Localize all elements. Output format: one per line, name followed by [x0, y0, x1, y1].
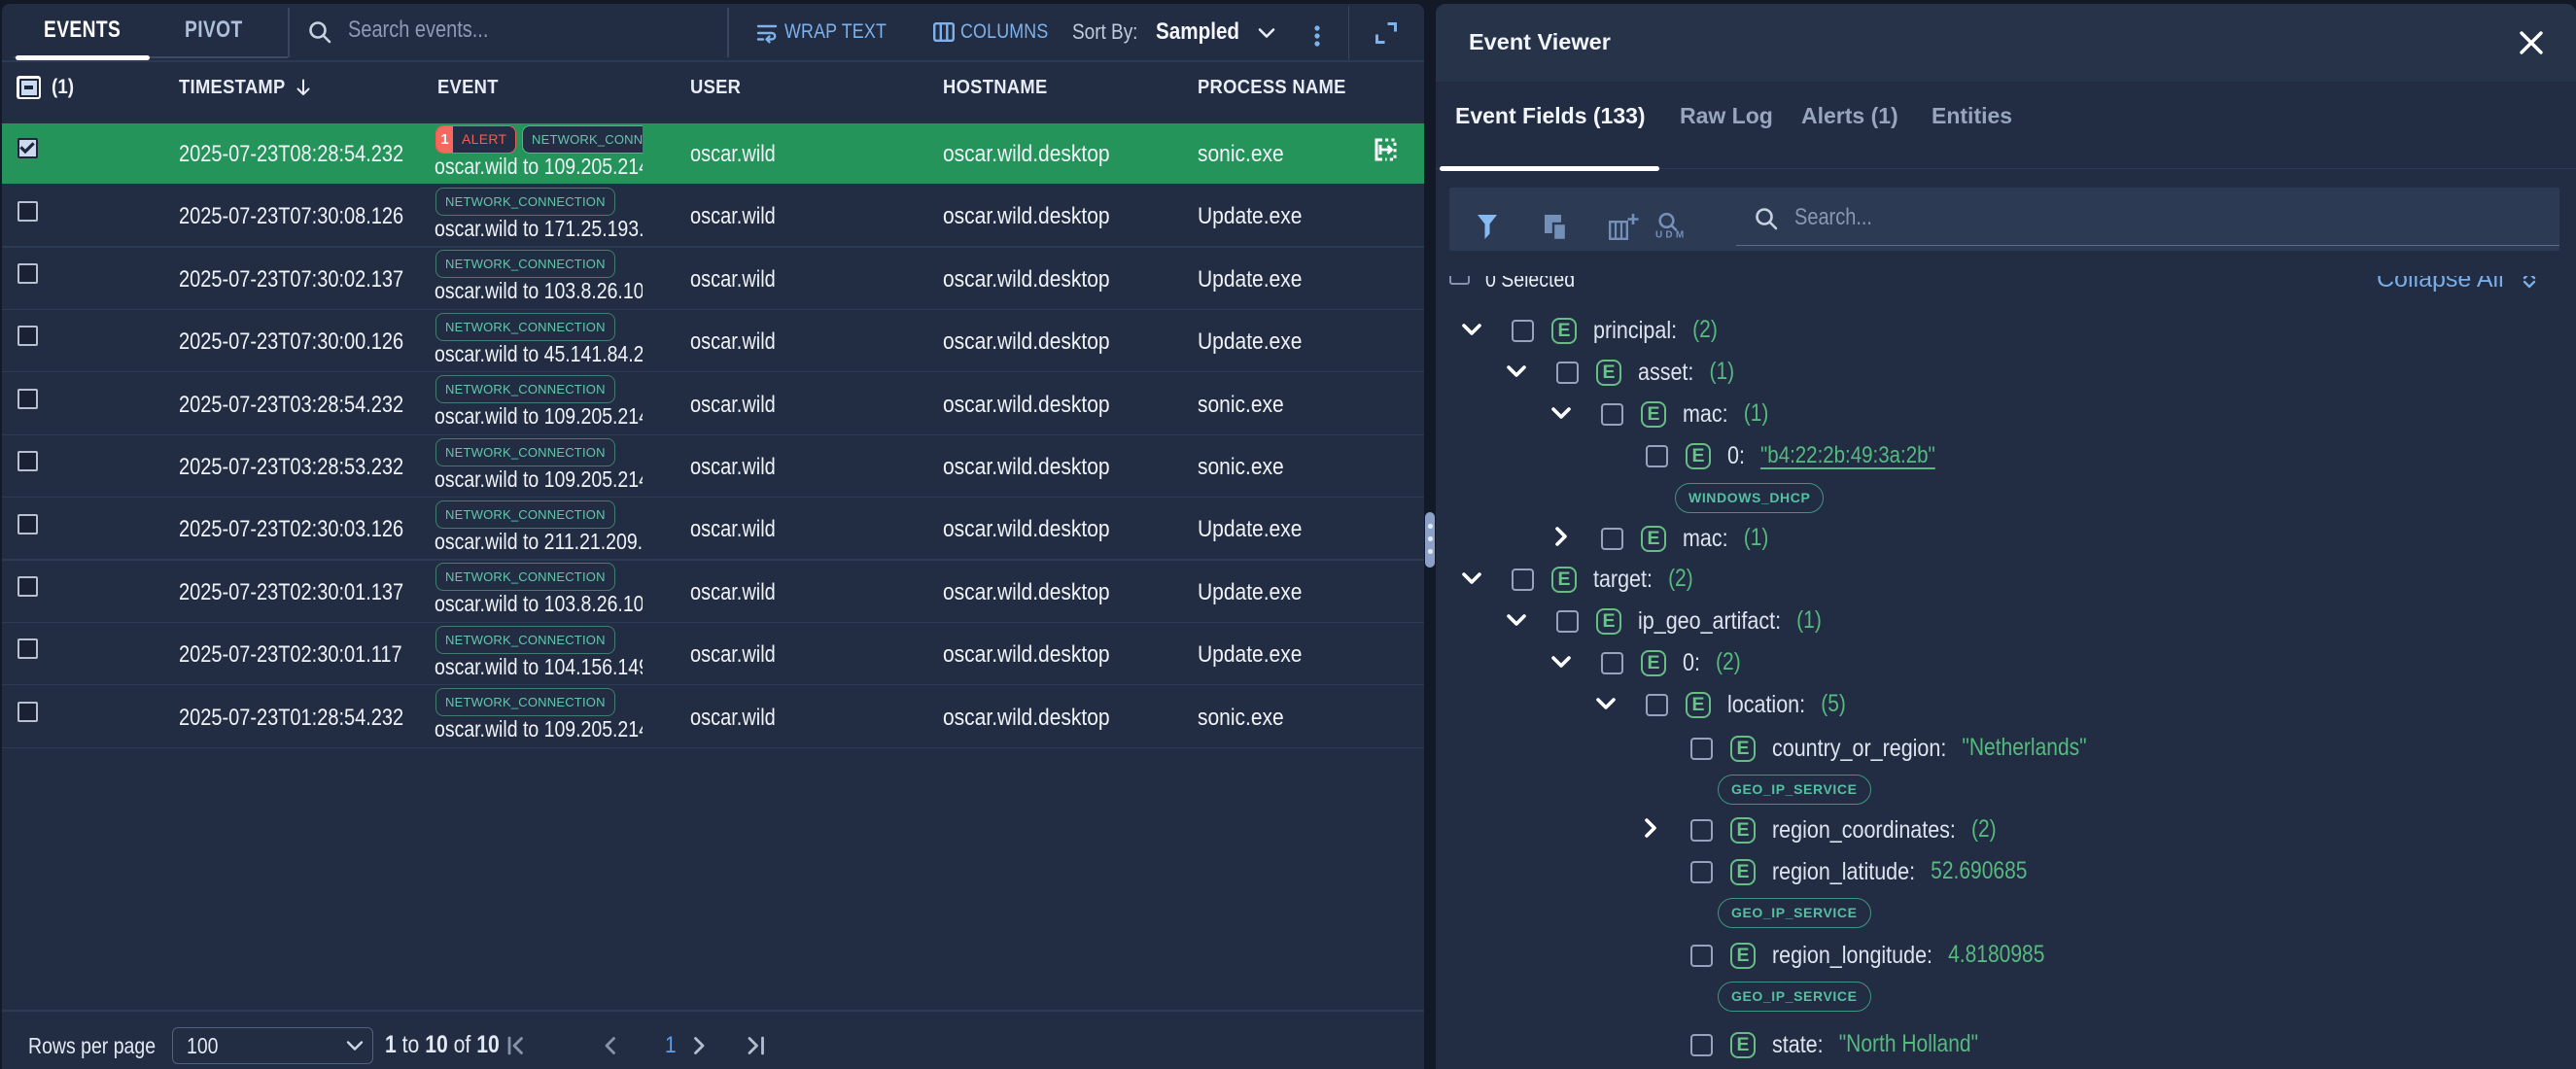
svg-text:UDM: UDM [1655, 230, 1687, 241]
